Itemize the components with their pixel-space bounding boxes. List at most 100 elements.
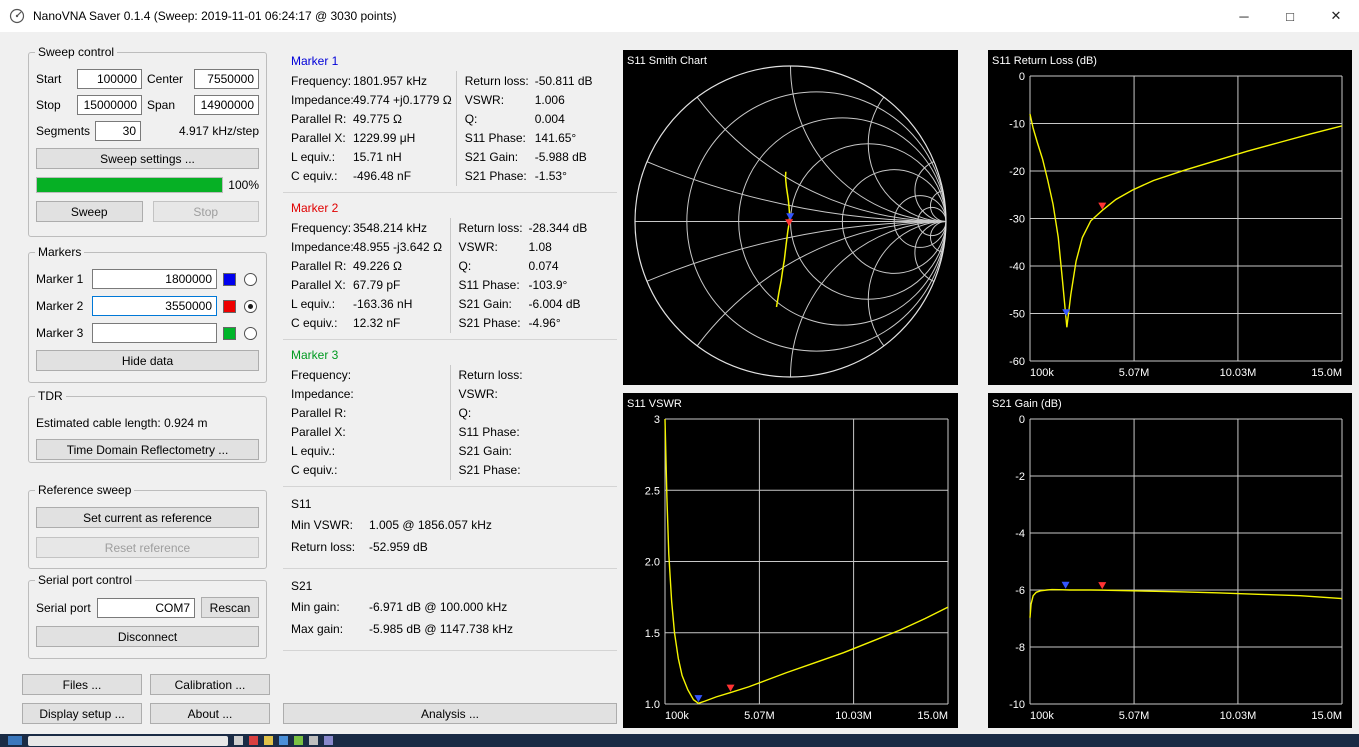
close-icon[interactable]: ✕ bbox=[1313, 0, 1359, 32]
analysis-button[interactable]: Analysis ... bbox=[283, 703, 617, 724]
serial-port-input[interactable] bbox=[97, 597, 195, 618]
taskbar-icon[interactable] bbox=[264, 736, 273, 745]
x-tick-label: 5.07M bbox=[1119, 710, 1150, 722]
sweep-button[interactable]: Sweep bbox=[36, 201, 143, 222]
y-tick-label: 2.0 bbox=[645, 557, 660, 569]
center-input[interactable] bbox=[194, 69, 259, 89]
marker-info-body: Frequency: Impedance: Parallel R: Parallel … bbox=[283, 365, 617, 480]
info-row: Max gain: -5.985 dB @ 1147.738 kHz bbox=[283, 618, 617, 640]
info-row: Parallel X: 67.79 pF bbox=[291, 276, 446, 295]
field-label: Return loss: bbox=[291, 540, 356, 554]
info-row: S11 Phase: bbox=[459, 423, 614, 442]
s11-smith-chart[interactable]: S11 Smith Chart bbox=[623, 50, 958, 385]
markers-group-label: Markers bbox=[35, 245, 85, 259]
taskbar-icon[interactable] bbox=[234, 736, 243, 745]
serial-port-label: Serial port bbox=[36, 600, 91, 615]
field-value: 1.005 @ 1856.057 kHz bbox=[369, 518, 492, 532]
y-tick-label: 3 bbox=[654, 414, 660, 426]
chart-title: S11 Return Loss (dB) bbox=[992, 55, 1097, 67]
display-setup-button[interactable]: Display setup ... bbox=[22, 703, 142, 724]
info-row: Frequency: 3548.214 kHz bbox=[291, 219, 446, 238]
files-button[interactable]: Files ... bbox=[22, 674, 142, 695]
serial-port-row: Serial port Rescan bbox=[36, 597, 259, 618]
taskbar-icon[interactable] bbox=[324, 736, 333, 745]
y-tick-label: 1.5 bbox=[645, 628, 660, 640]
sweep-progress-label: 100% bbox=[228, 178, 259, 192]
s11-vswr-chart[interactable]: S11 VSWR 3 2.5 2.0 1.5 1.0 100k 5.07M 10.03M 15.0… bbox=[623, 393, 958, 728]
field-value bbox=[529, 385, 614, 404]
marker-frequency-input[interactable] bbox=[92, 323, 217, 343]
field-value: 141.65° bbox=[534, 131, 577, 145]
segments-row: Segments 4.917 kHz/step bbox=[36, 121, 259, 141]
segments-input[interactable] bbox=[95, 121, 141, 141]
field-value: 3548.214 kHz bbox=[353, 221, 428, 235]
taskbar[interactable] bbox=[0, 734, 1359, 747]
marker-color-swatch[interactable] bbox=[223, 326, 236, 340]
start-button-icon[interactable] bbox=[8, 736, 22, 745]
field-label: Parallel X: bbox=[291, 278, 346, 292]
span-input[interactable] bbox=[194, 95, 259, 115]
tdr-group: TDR Estimated cable length: 0.924 m Time… bbox=[28, 389, 267, 463]
y-tick-label: 0 bbox=[1019, 414, 1025, 426]
marker-label: Marker 1 bbox=[36, 272, 84, 286]
hide-data-button[interactable]: Hide data bbox=[36, 350, 259, 371]
disconnect-button[interactable]: Disconnect bbox=[36, 626, 259, 647]
stop-input[interactable] bbox=[77, 95, 142, 115]
taskbar-search-box[interactable] bbox=[28, 735, 228, 746]
info-row: VSWR: 1.08 bbox=[459, 238, 614, 257]
taskbar-icon[interactable] bbox=[279, 736, 288, 745]
stop-button[interactable]: Stop bbox=[152, 201, 259, 222]
start-label: Start bbox=[36, 72, 62, 86]
field-value: 15.71 nH bbox=[353, 150, 402, 164]
info-row: S21 Phase: -1.53° bbox=[465, 167, 613, 186]
rescan-button[interactable]: Rescan bbox=[201, 597, 259, 618]
set-reference-button[interactable]: Set current as reference bbox=[36, 507, 259, 528]
segments-label: Segments bbox=[36, 124, 91, 138]
marker-color-swatch[interactable] bbox=[223, 299, 236, 313]
field-label: Frequency: bbox=[291, 368, 352, 382]
window-controls: ─ □ ✕ bbox=[1221, 0, 1359, 32]
marker-color-swatch[interactable] bbox=[223, 272, 236, 286]
x-tick-label: 10.03M bbox=[1220, 710, 1257, 722]
marker-select-radio[interactable] bbox=[244, 272, 257, 286]
field-value: -6.004 dB bbox=[528, 297, 581, 311]
field-value: 1229.99 μH bbox=[353, 131, 416, 145]
field-label: L equiv.: bbox=[291, 297, 336, 311]
s21-gain-chart[interactable]: S21 Gain (dB) 0 -2 -4 -6 -8 -10 100k 5.07M 10.03M… bbox=[988, 393, 1352, 728]
sweep-control-group-label: Sweep control bbox=[35, 45, 118, 59]
info-row: S21 Phase: bbox=[459, 461, 614, 480]
chart-marker bbox=[726, 684, 735, 692]
taskbar-icon[interactable] bbox=[309, 736, 318, 745]
span-label: Span bbox=[147, 98, 176, 112]
marker-info-title: Marker 1 bbox=[291, 54, 339, 68]
sweep-row-2: Stop Span bbox=[36, 95, 259, 115]
field-label: S21 Gain: bbox=[458, 297, 512, 311]
field-value bbox=[529, 423, 614, 442]
maximize-icon[interactable]: □ bbox=[1267, 0, 1313, 32]
taskbar-icon[interactable] bbox=[249, 736, 258, 745]
field-label: S21 Phase: bbox=[458, 463, 521, 477]
marker-select-radio[interactable] bbox=[244, 326, 257, 340]
calibration-button[interactable]: Calibration ... bbox=[150, 674, 270, 695]
field-label: Impedance: bbox=[291, 240, 354, 254]
field-value: 49.774 +j0.1779 Ω bbox=[353, 93, 452, 107]
tdr-button[interactable]: Time Domain Reflectometry ... bbox=[36, 439, 259, 460]
sweep-settings-button[interactable]: Sweep settings ... bbox=[36, 148, 259, 169]
start-input[interactable] bbox=[77, 69, 142, 89]
x-tick-label: 10.03M bbox=[1220, 367, 1257, 379]
field-label: S11 Phase: bbox=[458, 278, 520, 292]
about-button[interactable]: About ... bbox=[150, 703, 270, 724]
marker-frequency-input[interactable] bbox=[92, 269, 217, 289]
marker-select-radio[interactable] bbox=[244, 299, 257, 313]
taskbar-icon[interactable] bbox=[294, 736, 303, 745]
minimize-icon[interactable]: ─ bbox=[1221, 0, 1267, 32]
marker-frequency-input[interactable] bbox=[92, 296, 217, 316]
field-label: L equiv.: bbox=[291, 444, 336, 458]
s11-return-loss-chart[interactable]: S11 Return Loss (dB) 0 -10 -20 -30 -40 -50 -60 1… bbox=[988, 50, 1352, 385]
y-tick-label: 1.0 bbox=[645, 699, 660, 711]
field-label: Parallel X: bbox=[291, 131, 346, 145]
info-row: Min VSWR: 1.005 @ 1856.057 kHz bbox=[283, 514, 617, 536]
sweep-progress-row: 100% bbox=[36, 177, 259, 193]
reset-reference-button[interactable]: Reset reference bbox=[36, 537, 259, 558]
field-label: Frequency: bbox=[291, 221, 352, 235]
